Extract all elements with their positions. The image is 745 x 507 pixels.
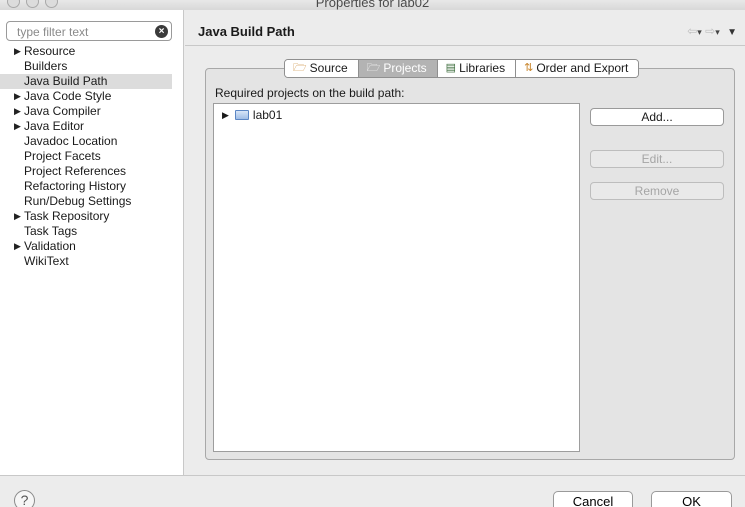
required-projects-label: Required projects on the build path:: [215, 86, 405, 100]
project-label: lab01: [252, 108, 283, 122]
required-projects-list[interactable]: ▶ lab01: [213, 103, 580, 452]
tree-item-validation[interactable]: ▶ Validation: [0, 239, 184, 254]
expand-arrow-icon[interactable]: ▶: [14, 239, 21, 254]
nav-toolbar: ⇦▾ ⇨▾ ▼: [687, 24, 737, 38]
cancel-button[interactable]: Cancel: [553, 491, 633, 507]
tree-item-task-tags[interactable]: Task Tags: [0, 224, 184, 239]
tree-item-resource[interactable]: ▶ Resource: [0, 44, 184, 59]
tree-item-label: Project References: [24, 164, 127, 178]
libraries-icon: ▤: [445, 62, 457, 74]
expand-arrow-icon[interactable]: ▶: [14, 89, 21, 104]
tree-item-wikitext[interactable]: WikiText: [0, 254, 184, 269]
back-arrow-icon[interactable]: ⇦: [687, 24, 697, 38]
tree-item-label: Java Build Path: [24, 74, 108, 88]
tree-item-java-build-path[interactable]: Java Build Path: [0, 74, 172, 89]
view-menu-icon[interactable]: ▼: [727, 27, 737, 38]
tab-label: Projects: [383, 61, 427, 75]
help-icon[interactable]: ?: [14, 490, 35, 507]
tree-item-task-repository[interactable]: ▶ Task Repository: [0, 209, 184, 224]
window-title: Properties for lab02: [315, 0, 430, 10]
tree-item-project-facets[interactable]: Project Facets: [0, 149, 184, 164]
page-title: Java Build Path: [198, 24, 295, 39]
tree-item-label: Task Tags: [24, 224, 78, 238]
tree-item-label: Task Repository: [24, 209, 110, 223]
forward-dropdown-icon[interactable]: ▾: [715, 27, 720, 37]
tree-item-label: Project Facets: [24, 149, 101, 163]
tree-item-label: Java Editor: [24, 119, 85, 133]
bottom-separator: [0, 475, 745, 476]
projects-folder-icon: 🗁: [366, 62, 381, 74]
remove-button[interactable]: Remove: [590, 182, 724, 200]
tree-item-builders[interactable]: Builders: [0, 59, 184, 74]
tab-projects[interactable]: 🗁 Projects: [358, 60, 438, 77]
tree-item-label: Refactoring History: [24, 179, 127, 193]
folder-icon: [234, 110, 249, 120]
tree-item-label: Run/Debug Settings: [24, 194, 132, 208]
expand-arrow-icon[interactable]: ▶: [222, 107, 229, 123]
tab-bar: 🗁 Source 🗁 Projects ▤ Libraries ⇅ Order …: [284, 59, 640, 78]
filter-field[interactable]: ×: [6, 21, 172, 41]
filter-input[interactable]: [17, 24, 147, 39]
source-folder-icon: 🗁: [293, 62, 307, 74]
tab-source[interactable]: 🗁 Source: [285, 60, 359, 77]
tree-item-project-references[interactable]: Project References: [0, 164, 184, 179]
clear-filter-icon[interactable]: ×: [155, 25, 168, 38]
page-header: Java Build Path ⇦▾ ⇨▾ ▼: [185, 10, 745, 46]
tree-item-label: Java Code Style: [24, 89, 112, 103]
edit-button[interactable]: Edit...: [590, 150, 724, 168]
tree-item-java-compiler[interactable]: ▶ Java Compiler: [0, 104, 184, 119]
list-item[interactable]: ▶ lab01: [222, 107, 282, 123]
expand-arrow-icon[interactable]: ▶: [14, 119, 21, 134]
left-pane: × ▶ Resource Builders Java Build Path ▶ …: [0, 10, 184, 475]
tree-item-label: Resource: [24, 44, 76, 58]
tree-item-refactoring-history[interactable]: Refactoring History: [0, 179, 184, 194]
tree-item-java-editor[interactable]: ▶ Java Editor: [0, 119, 184, 134]
forward-arrow-icon[interactable]: ⇨: [705, 24, 715, 38]
tree-item-run-debug-settings[interactable]: Run/Debug Settings: [0, 194, 184, 209]
expand-arrow-icon[interactable]: ▶: [14, 209, 21, 224]
tab-label: Libraries: [459, 61, 506, 75]
property-tree: ▶ Resource Builders Java Build Path ▶ Ja…: [0, 44, 184, 269]
tree-item-label: Javadoc Location: [24, 134, 118, 148]
tree-item-label: WikiText: [24, 254, 69, 268]
tree-item-label: Builders: [24, 59, 68, 73]
tab-label: Order and Export: [536, 61, 629, 75]
order-export-icon: ⇅: [524, 62, 534, 74]
tree-item-javadoc-location[interactable]: Javadoc Location: [0, 134, 184, 149]
ok-button[interactable]: OK: [651, 491, 732, 507]
expand-arrow-icon[interactable]: ▶: [14, 104, 21, 119]
tab-libraries[interactable]: ▤ Libraries: [437, 60, 517, 77]
expand-arrow-icon[interactable]: ▶: [14, 44, 21, 59]
tab-label: Source: [309, 61, 348, 75]
tree-item-java-code-style[interactable]: ▶ Java Code Style: [0, 89, 184, 104]
back-dropdown-icon[interactable]: ▾: [697, 27, 702, 37]
title-bar: Properties for lab02: [0, 0, 745, 10]
add-button[interactable]: Add...: [590, 108, 724, 126]
tree-item-label: Java Compiler: [24, 104, 101, 118]
tab-order-and-export[interactable]: ⇅ Order and Export: [516, 60, 639, 77]
tree-item-label: Validation: [24, 239, 76, 253]
